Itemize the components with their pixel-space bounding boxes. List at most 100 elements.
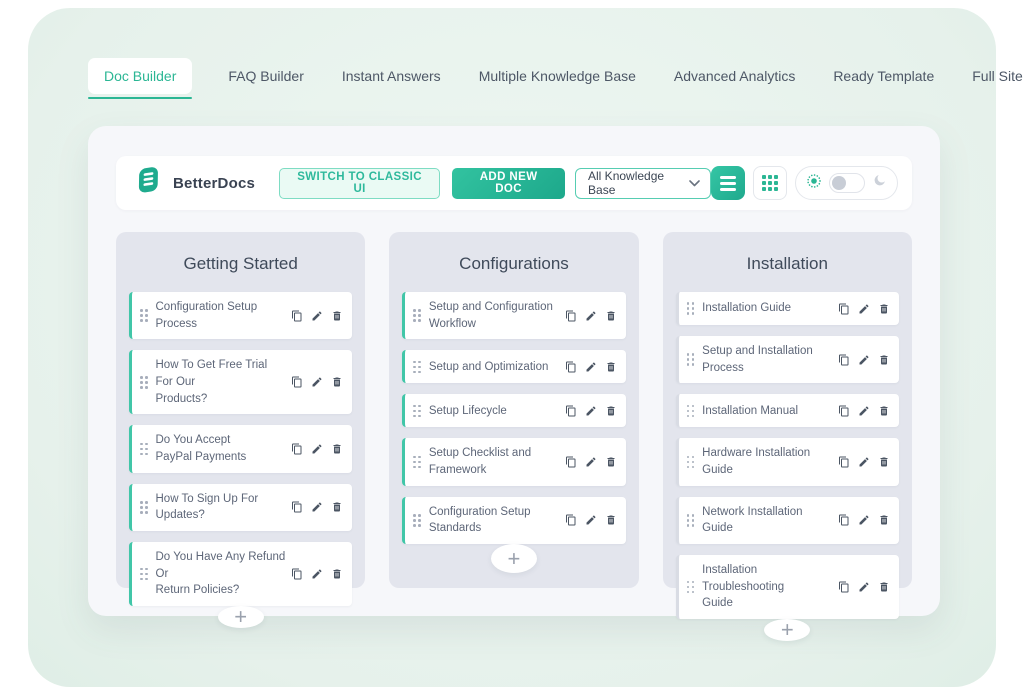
edit-icon[interactable] <box>585 514 597 526</box>
tab-doc-builder[interactable]: Doc Builder <box>88 58 192 94</box>
edit-icon[interactable] <box>311 376 323 388</box>
grid-view-button[interactable] <box>753 166 787 200</box>
delete-icon[interactable] <box>605 514 617 526</box>
edit-icon[interactable] <box>311 443 323 455</box>
duplicate-icon[interactable] <box>838 354 850 366</box>
edit-icon[interactable] <box>311 310 323 322</box>
duplicate-icon[interactable] <box>291 310 303 322</box>
add-doc-button[interactable]: + <box>218 606 264 628</box>
delete-icon[interactable] <box>878 456 890 468</box>
delete-icon[interactable] <box>878 514 890 526</box>
drag-handle-icon[interactable] <box>140 309 148 322</box>
delete-icon[interactable] <box>331 501 343 513</box>
doc-card[interactable]: Setup Lifecycle <box>402 394 625 427</box>
list-view-button[interactable] <box>711 166 745 200</box>
tab-instant-answers[interactable]: Instant Answers <box>340 58 443 94</box>
doc-title: Setup Lifecycle <box>429 403 565 420</box>
delete-icon[interactable] <box>331 310 343 322</box>
drag-handle-icon[interactable] <box>140 376 148 389</box>
edit-icon[interactable] <box>311 501 323 513</box>
delete-icon[interactable] <box>878 354 890 366</box>
theme-toggle[interactable] <box>795 166 898 200</box>
duplicate-icon[interactable] <box>838 405 850 417</box>
doc-card[interactable]: Hardware Installation Guide <box>676 438 899 485</box>
drag-handle-icon[interactable] <box>140 501 148 514</box>
delete-icon[interactable] <box>331 443 343 455</box>
drag-handle-icon[interactable] <box>687 302 695 315</box>
drag-handle-icon[interactable] <box>413 309 421 322</box>
doc-card[interactable]: Setup and Installation Process <box>676 336 899 383</box>
doc-card[interactable]: Configuration Setup Process <box>129 292 352 339</box>
edit-icon[interactable] <box>311 568 323 580</box>
add-doc-button[interactable]: + <box>491 544 537 573</box>
edit-icon[interactable] <box>858 354 870 366</box>
duplicate-icon[interactable] <box>838 456 850 468</box>
edit-icon[interactable] <box>585 405 597 417</box>
doc-card[interactable]: Do You Have Any Refund Or Return Policie… <box>129 542 352 606</box>
duplicate-icon[interactable] <box>291 568 303 580</box>
doc-card[interactable]: Setup and Configuration Workflow <box>402 292 625 339</box>
duplicate-icon[interactable] <box>565 361 577 373</box>
doc-card-actions <box>838 354 890 366</box>
tab-multiple-knowledge-base[interactable]: Multiple Knowledge Base <box>477 58 638 94</box>
drag-handle-icon[interactable] <box>413 361 421 374</box>
edit-icon[interactable] <box>585 456 597 468</box>
doc-card[interactable]: Network Installation Guide <box>676 497 899 544</box>
drag-handle-icon[interactable] <box>413 456 421 469</box>
duplicate-icon[interactable] <box>838 514 850 526</box>
duplicate-icon[interactable] <box>838 581 850 593</box>
doc-card[interactable]: How To Get Free Trial For Our Products? <box>129 350 352 414</box>
drag-handle-icon[interactable] <box>413 514 421 527</box>
doc-card[interactable]: Installation Troubleshooting Guide <box>676 555 899 619</box>
delete-icon[interactable] <box>331 376 343 388</box>
drag-handle-icon[interactable] <box>687 581 695 594</box>
edit-icon[interactable] <box>585 310 597 322</box>
duplicate-icon[interactable] <box>565 310 577 322</box>
doc-card[interactable]: How To Sign Up For Updates? <box>129 484 352 531</box>
edit-icon[interactable] <box>858 456 870 468</box>
duplicate-icon[interactable] <box>838 303 850 315</box>
delete-icon[interactable] <box>331 568 343 580</box>
duplicate-icon[interactable] <box>291 376 303 388</box>
drag-handle-icon[interactable] <box>140 568 148 581</box>
edit-icon[interactable] <box>858 514 870 526</box>
duplicate-icon[interactable] <box>291 443 303 455</box>
edit-icon[interactable] <box>858 303 870 315</box>
delete-icon[interactable] <box>605 361 617 373</box>
tab-full-site-editor[interactable]: Full Site Editor <box>970 58 1024 94</box>
doc-card[interactable]: Installation Manual <box>676 394 899 427</box>
drag-handle-icon[interactable] <box>687 514 695 527</box>
delete-icon[interactable] <box>878 405 890 417</box>
add-doc-button[interactable]: + <box>764 619 810 641</box>
drag-handle-icon[interactable] <box>687 405 695 418</box>
duplicate-icon[interactable] <box>291 501 303 513</box>
doc-card[interactable]: Do You Accept PayPal Payments <box>129 425 352 472</box>
switch-classic-ui-button[interactable]: SWITCH TO CLASSIC UI <box>279 168 440 199</box>
duplicate-icon[interactable] <box>565 514 577 526</box>
tab-ready-template[interactable]: Ready Template <box>831 58 936 94</box>
knowledge-base-dropdown[interactable]: All Knowledge Base <box>575 168 711 199</box>
delete-icon[interactable] <box>605 405 617 417</box>
edit-icon[interactable] <box>858 581 870 593</box>
delete-icon[interactable] <box>605 456 617 468</box>
doc-card[interactable]: Setup Checklist and Framework <box>402 438 625 485</box>
duplicate-icon[interactable] <box>565 456 577 468</box>
drag-handle-icon[interactable] <box>687 353 695 366</box>
doc-card[interactable]: Configuration Setup Standards <box>402 497 625 544</box>
theme-switch[interactable] <box>829 173 865 193</box>
edit-icon[interactable] <box>585 361 597 373</box>
doc-card[interactable]: Installation Guide <box>676 292 899 325</box>
doc-card[interactable]: Setup and Optimization <box>402 350 625 383</box>
tab-faq-builder[interactable]: FAQ Builder <box>226 58 305 94</box>
drag-handle-icon[interactable] <box>140 443 148 456</box>
add-new-doc-button[interactable]: ADD NEW DOC <box>452 168 565 199</box>
drag-handle-icon[interactable] <box>687 456 695 469</box>
drag-handle-icon[interactable] <box>413 405 421 418</box>
tab-advanced-analytics[interactable]: Advanced Analytics <box>672 58 797 94</box>
delete-icon[interactable] <box>878 581 890 593</box>
delete-icon[interactable] <box>878 303 890 315</box>
delete-icon[interactable] <box>605 310 617 322</box>
duplicate-icon[interactable] <box>565 405 577 417</box>
edit-icon[interactable] <box>858 405 870 417</box>
doc-title: Setup and Configuration Workflow <box>429 299 565 332</box>
